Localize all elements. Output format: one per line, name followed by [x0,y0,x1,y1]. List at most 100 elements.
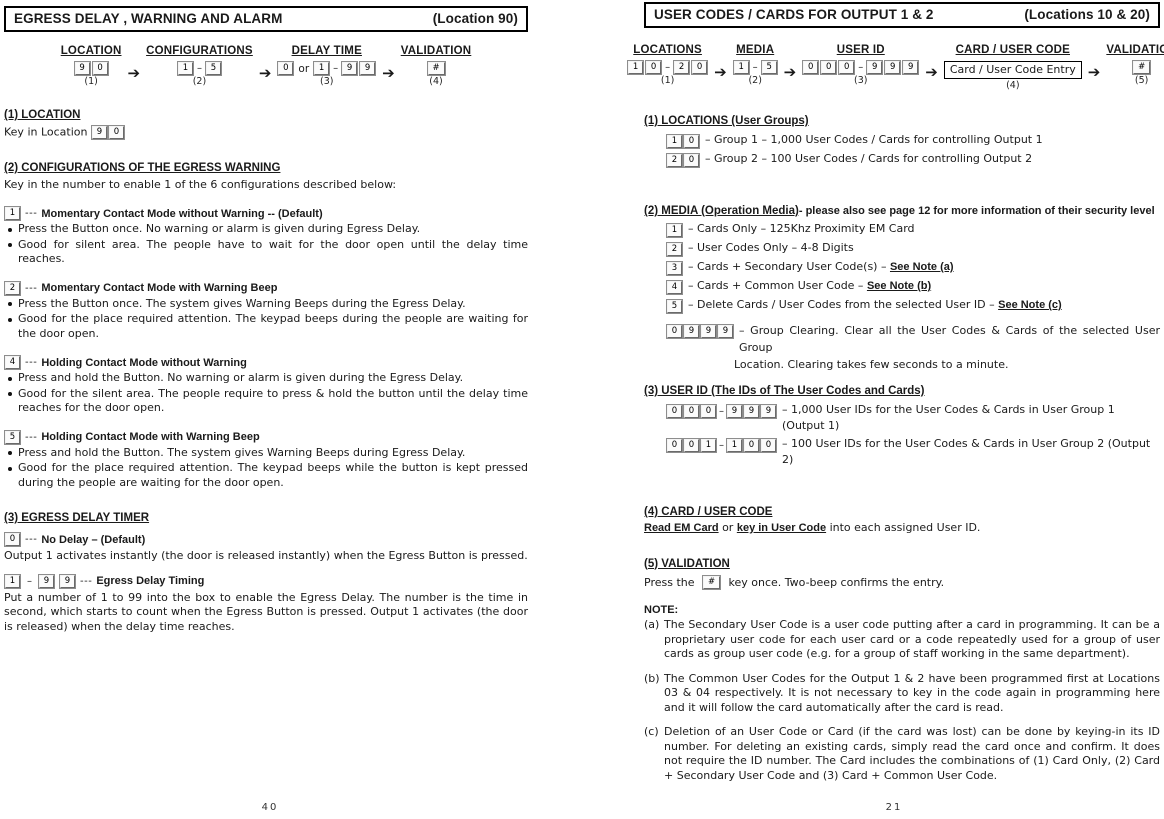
section-user-id: (3) USER ID (The IDs of The User Codes a… [644,379,1160,398]
key-0: 0 [692,61,708,74]
section-location: (1) LOCATION Key in Location 90 [4,103,528,140]
flow-step-card-user-code: CARD / USER CODE Card / User Code Entry … [943,44,1082,91]
user-id-keys-group-2: 0 0 1–1 0 0 [666,436,777,454]
arrow-icon-1: ➔ [714,63,727,81]
flow-heading-validation: VALIDATION [400,45,472,57]
list-item: Good for the place required attention. T… [4,312,528,341]
key-0: 0 [821,61,837,74]
flow-heading-location: LOCATION [60,45,122,57]
flow-index-4: (4) [429,76,443,87]
flow-step-delay-time: DELAY TIME 0 or 1 – 9 9 (3) [277,45,376,87]
key-0: 0 [803,61,819,74]
config-option-1-name: Momentary Contact Mode without Warning -… [41,207,323,220]
timer-option-delay-timing: 1 – 9 9 --- Egress Delay Timing Put a nu… [4,574,528,635]
list-item: 20 – Group 2 – 100 User Codes / Cards fo… [644,151,1160,168]
right-page-banner: USER CODES / CARDS FOR OUTPUT 1 & 2 (Loc… [644,2,1160,28]
key-9: 9 [727,404,742,418]
media-text-4: – Cards + Common User Code – See Note (b… [688,278,931,294]
section-card-user-code: (4) CARD / USER CODE Read EM Card or key… [644,500,1160,536]
key-1: 1 [314,62,330,75]
key-1: 1 [727,438,742,452]
dash-separator: --- [25,357,38,369]
key-2: 2 [667,242,682,256]
flow-step-configurations: CONFIGURATIONS 1 – 5 (2) [146,45,253,87]
flow-heading-media: MEDIA [736,44,775,56]
flow-step-validation: VALIDATION # (5) [1106,44,1164,86]
user-id-list: 0 0 0–9 9 9 – 1,000 User IDs for the User Co… [644,402,1160,468]
page-gutter [540,0,640,819]
media-keys-4: 4 [666,278,683,295]
flow-index-1: (1) [84,76,98,87]
key-1: 1 [667,134,682,148]
key-0: 0 [667,404,682,418]
key-0: 0 [761,438,776,452]
note-body-c: Deletion of an User Code or Card (if the… [664,725,1160,782]
range-dash: – [752,62,758,73]
dash-separator: --- [25,282,38,294]
flow-keys-validation: # [1132,61,1151,74]
note-label-b: (b) [644,671,660,685]
list-item: 1 – Cards Only – 125Khz Proximity EM Car… [644,221,1160,238]
section-validation-heading: (5) VALIDATION [644,557,730,570]
media-text-2: – User Codes Only – 4-8 Digits [688,240,854,256]
locations-text-group-1: – Group 1 – 1,000 User Codes / Cards for… [705,133,1043,146]
key-0: 0 [701,404,716,418]
right-page-number: 21 [885,802,903,813]
see-note-c-link[interactable]: See Note (c) [998,299,1062,311]
section-configurations-heading: (2) CONFIGURATIONS OF THE EGRESS WARNING [4,161,281,174]
left-page: EGRESS DELAY , WARNING AND ALARM (Locati… [0,0,540,819]
key-0: 0 [684,153,699,167]
key-0: 0 [684,404,699,418]
list-item: Press the Button once. The system gives … [4,297,528,312]
arrow-icon-1: ➔ [127,64,141,82]
config-option-4-title: 4 --- Holding Contact Mode without Warni… [4,356,528,370]
group-clearing-line-2: Location. Clearing takes few seconds to … [734,358,1009,371]
section-media-heading: (2) MEDIA (Operation Media) [644,205,799,217]
config-option-4-name: Holding Contact Mode without Warning [41,356,247,369]
document-spread: EGRESS DELAY , WARNING AND ALARM (Locati… [0,0,1164,819]
arrow-icon-2: ➔ [783,63,797,81]
see-note-a-link[interactable]: See Note (a) [890,261,954,273]
config-option-2: 2 --- Momentary Contact Mode with Warnin… [4,281,528,342]
key-9: 9 [701,324,716,338]
flow-step-location: LOCATION 9 0 (1) [61,45,122,87]
media-text-3-main: – Cards + Secondary User Code(s) – [688,260,890,273]
list-item: Press and hold the Button. No warning or… [4,371,528,386]
flow-step-user-id: USER ID 0 0 0 – 9 9 9 (3) [802,44,919,86]
or-label: or [298,62,310,75]
flow-index-5: (5) [1134,75,1149,86]
list-item: 5 – Delete Cards / User Codes from the s… [644,297,1160,314]
flow-heading-validation: VALIDATION [1106,44,1164,56]
note-item-a: (a) The Secondary User Code is a user co… [644,618,1160,662]
section-location-body: Key in Location 90 [4,125,528,140]
config-option-2-bullets: Press the Button once. The system gives … [4,297,528,342]
key-0: 0 [109,125,124,139]
key-9: 9 [867,61,883,74]
key-2: 2 [674,61,690,74]
key-0: 0 [667,324,682,338]
dash-separator: --- [25,431,38,443]
left-banner-location: (Location 90) [432,11,518,26]
key-9: 9 [74,62,90,75]
flow-index-3: (3) [854,75,868,86]
card-user-code-entry-field[interactable]: Card / User Code Entry [943,61,1082,79]
range-dash: – [333,63,339,74]
timer-no-delay-title: 0 --- No Delay – (Default) [4,533,528,547]
locations-keys-group-2: 20 [666,151,700,168]
key-0: 0 [646,61,662,74]
note-item-c: (c) Deletion of an User Code or Card (if… [644,725,1160,783]
config-option-4: 4 --- Holding Contact Mode without Warni… [4,356,528,416]
see-note-b-link[interactable]: See Note (b) [867,280,931,292]
flow-keys-delay-time: 0 or 1 – 9 9 [277,62,376,75]
validation-text-before: Press the [644,575,695,589]
group-clearing-line-1: – Group Clearing. Clear all the User Cod… [739,324,1160,354]
section-validation-body: Press the # key once. Two-beep confirms … [644,576,1160,591]
key-0: 0 [684,438,699,452]
list-item: 0 0 1–1 0 0 – 100 User IDs for the User Code… [644,436,1160,468]
range-dash: – [27,575,32,587]
left-flow-diagram: LOCATION 9 0 (1) ➔ CONFIGURATIONS 1 – 5 … [4,45,528,87]
key-0: 0 [839,61,855,74]
note-item-b: (b) The Common User Codes for the Output… [644,672,1160,716]
section-location-heading: (1) LOCATION [4,109,81,121]
arrow-icon-3: ➔ [382,64,395,82]
